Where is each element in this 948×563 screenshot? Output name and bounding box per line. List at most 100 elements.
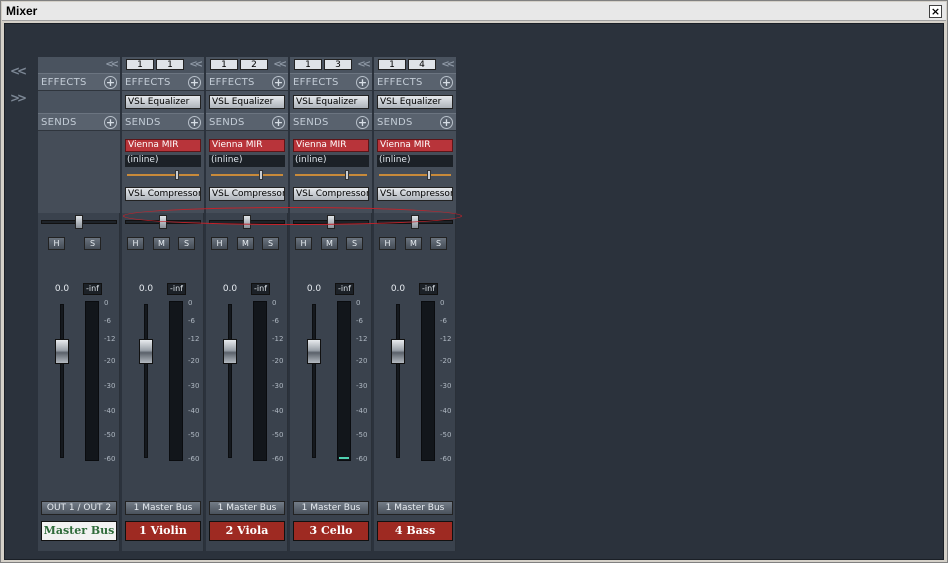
effect-plugin-button[interactable]: VSL Equalizer <box>293 95 369 109</box>
channel-number[interactable]: 2 <box>240 59 268 70</box>
send-knob[interactable] <box>259 170 263 180</box>
output-selector[interactable]: OUT 1 / OUT 2 <box>41 501 117 515</box>
bank-number[interactable]: 1 <box>210 59 238 70</box>
listen-button[interactable]: H <box>48 237 65 250</box>
bank-number[interactable]: 1 <box>126 59 154 70</box>
send-level-slider[interactable] <box>209 170 285 180</box>
collapse-strip-icon[interactable]: << <box>105 59 119 70</box>
collapse-strip-icon[interactable]: << <box>189 59 203 70</box>
scale-label: -50 <box>356 431 368 439</box>
pan-slider[interactable] <box>41 215 117 229</box>
add-send-button[interactable]: + <box>440 116 453 129</box>
insert-plugin-button[interactable]: VSL Compressor <box>293 187 369 201</box>
sends-label: SENDS <box>41 117 77 128</box>
channel-number[interactable]: 4 <box>408 59 436 70</box>
channel-name[interactable]: 4 Bass <box>377 521 453 541</box>
effects-header: EFFECTS + <box>290 73 372 91</box>
volume-fader[interactable] <box>223 339 237 364</box>
effect-plugin-button[interactable]: VSL Equalizer <box>209 95 285 109</box>
output-selector[interactable]: 1 Master Bus <box>209 501 285 515</box>
bank-number[interactable]: 1 <box>294 59 322 70</box>
send-plugin-button[interactable]: Vienna MIR <box>377 139 453 152</box>
scale-label: -60 <box>440 455 452 463</box>
listen-button[interactable]: H <box>379 237 396 250</box>
solo-button[interactable]: S <box>84 237 101 250</box>
listen-button[interactable]: H <box>295 237 312 250</box>
close-button[interactable]: × <box>929 5 942 18</box>
send-mode[interactable]: (inline) <box>293 155 369 167</box>
channel-strip: 1 4 << EFFECTS + VSL Equalizer SENDS + V… <box>374 57 456 551</box>
effects-label: EFFECTS <box>293 77 339 88</box>
send-plugin-button[interactable]: Vienna MIR <box>125 139 201 152</box>
listen-button[interactable]: H <box>127 237 144 250</box>
pan-knob[interactable] <box>243 215 251 229</box>
collapse-strip-icon[interactable]: << <box>273 59 287 70</box>
send-mode[interactable]: (inline) <box>209 155 285 167</box>
bank-number[interactable]: 1 <box>378 59 406 70</box>
effect-plugin-button[interactable]: VSL Equalizer <box>377 95 453 109</box>
solo-button[interactable]: S <box>178 237 195 250</box>
add-send-button[interactable]: + <box>356 116 369 129</box>
channel-name[interactable]: 2 Viola <box>209 521 285 541</box>
mute-button[interactable]: M <box>321 237 338 250</box>
effect-slots[interactable] <box>38 91 120 113</box>
pan-slider[interactable] <box>209 215 285 229</box>
solo-button[interactable]: S <box>346 237 363 250</box>
send-knob[interactable] <box>175 170 179 180</box>
solo-button[interactable]: S <box>430 237 447 250</box>
channel-name[interactable]: 1 Violin <box>125 521 201 541</box>
add-send-button[interactable]: + <box>104 116 117 129</box>
volume-fader[interactable] <box>307 339 321 364</box>
collapse-strip-icon[interactable]: << <box>441 59 455 70</box>
add-send-button[interactable]: + <box>272 116 285 129</box>
add-effect-button[interactable]: + <box>272 76 285 89</box>
solo-button[interactable]: S <box>262 237 279 250</box>
channel-name[interactable]: Master Bus <box>41 521 117 541</box>
pan-slider[interactable] <box>377 215 453 229</box>
send-level-slider[interactable] <box>377 170 453 180</box>
send-plugin-button[interactable]: Vienna MIR <box>293 139 369 152</box>
mute-button[interactable]: M <box>153 237 170 250</box>
add-send-button[interactable]: + <box>188 116 201 129</box>
mute-button[interactable]: M <box>405 237 422 250</box>
collapse-strip-icon[interactable]: << <box>357 59 371 70</box>
volume-fader[interactable] <box>55 339 69 364</box>
add-effect-button[interactable]: + <box>440 76 453 89</box>
send-level-slider[interactable] <box>293 170 369 180</box>
pan-slider[interactable] <box>293 215 369 229</box>
channel-number[interactable]: 3 <box>324 59 352 70</box>
output-selector[interactable]: 1 Master Bus <box>377 501 453 515</box>
output-selector[interactable]: 1 Master Bus <box>125 501 201 515</box>
effect-plugin-button[interactable]: VSL Equalizer <box>125 95 201 109</box>
channel-number-row: 1 4 << <box>374 57 456 73</box>
listen-button[interactable]: H <box>211 237 228 250</box>
pan-knob[interactable] <box>411 215 419 229</box>
volume-fader[interactable] <box>139 339 153 364</box>
pan-knob[interactable] <box>327 215 335 229</box>
send-plugin-button[interactable]: Vienna MIR <box>209 139 285 152</box>
send-mode[interactable]: (inline) <box>125 155 201 167</box>
add-effect-button[interactable]: + <box>188 76 201 89</box>
insert-plugin-button[interactable]: VSL Compressor <box>209 187 285 201</box>
send-level-slider[interactable] <box>125 170 201 180</box>
pan-knob[interactable] <box>75 215 83 229</box>
send-knob[interactable] <box>345 170 349 180</box>
insert-plugin-button[interactable]: VSL Compressor <box>125 187 201 201</box>
send-track <box>127 174 199 176</box>
add-effect-button[interactable]: + <box>356 76 369 89</box>
send-knob[interactable] <box>427 170 431 180</box>
title-bar[interactable]: Mixer × <box>2 2 946 21</box>
mute-button[interactable]: M <box>237 237 254 250</box>
send-slots[interactable] <box>38 131 120 213</box>
send-mode[interactable]: (inline) <box>377 155 453 167</box>
insert-plugin-button[interactable]: VSL Compressor <box>377 187 453 201</box>
pan-slider[interactable] <box>125 215 201 229</box>
expand-arrows-icon[interactable]: >> <box>10 91 36 105</box>
collapse-arrows-icon[interactable]: << <box>10 64 36 78</box>
volume-fader[interactable] <box>391 339 405 364</box>
channel-name[interactable]: 3 Cello <box>293 521 369 541</box>
pan-knob[interactable] <box>159 215 167 229</box>
channel-number[interactable]: 1 <box>156 59 184 70</box>
output-selector[interactable]: 1 Master Bus <box>293 501 369 515</box>
add-effect-button[interactable]: + <box>104 76 117 89</box>
